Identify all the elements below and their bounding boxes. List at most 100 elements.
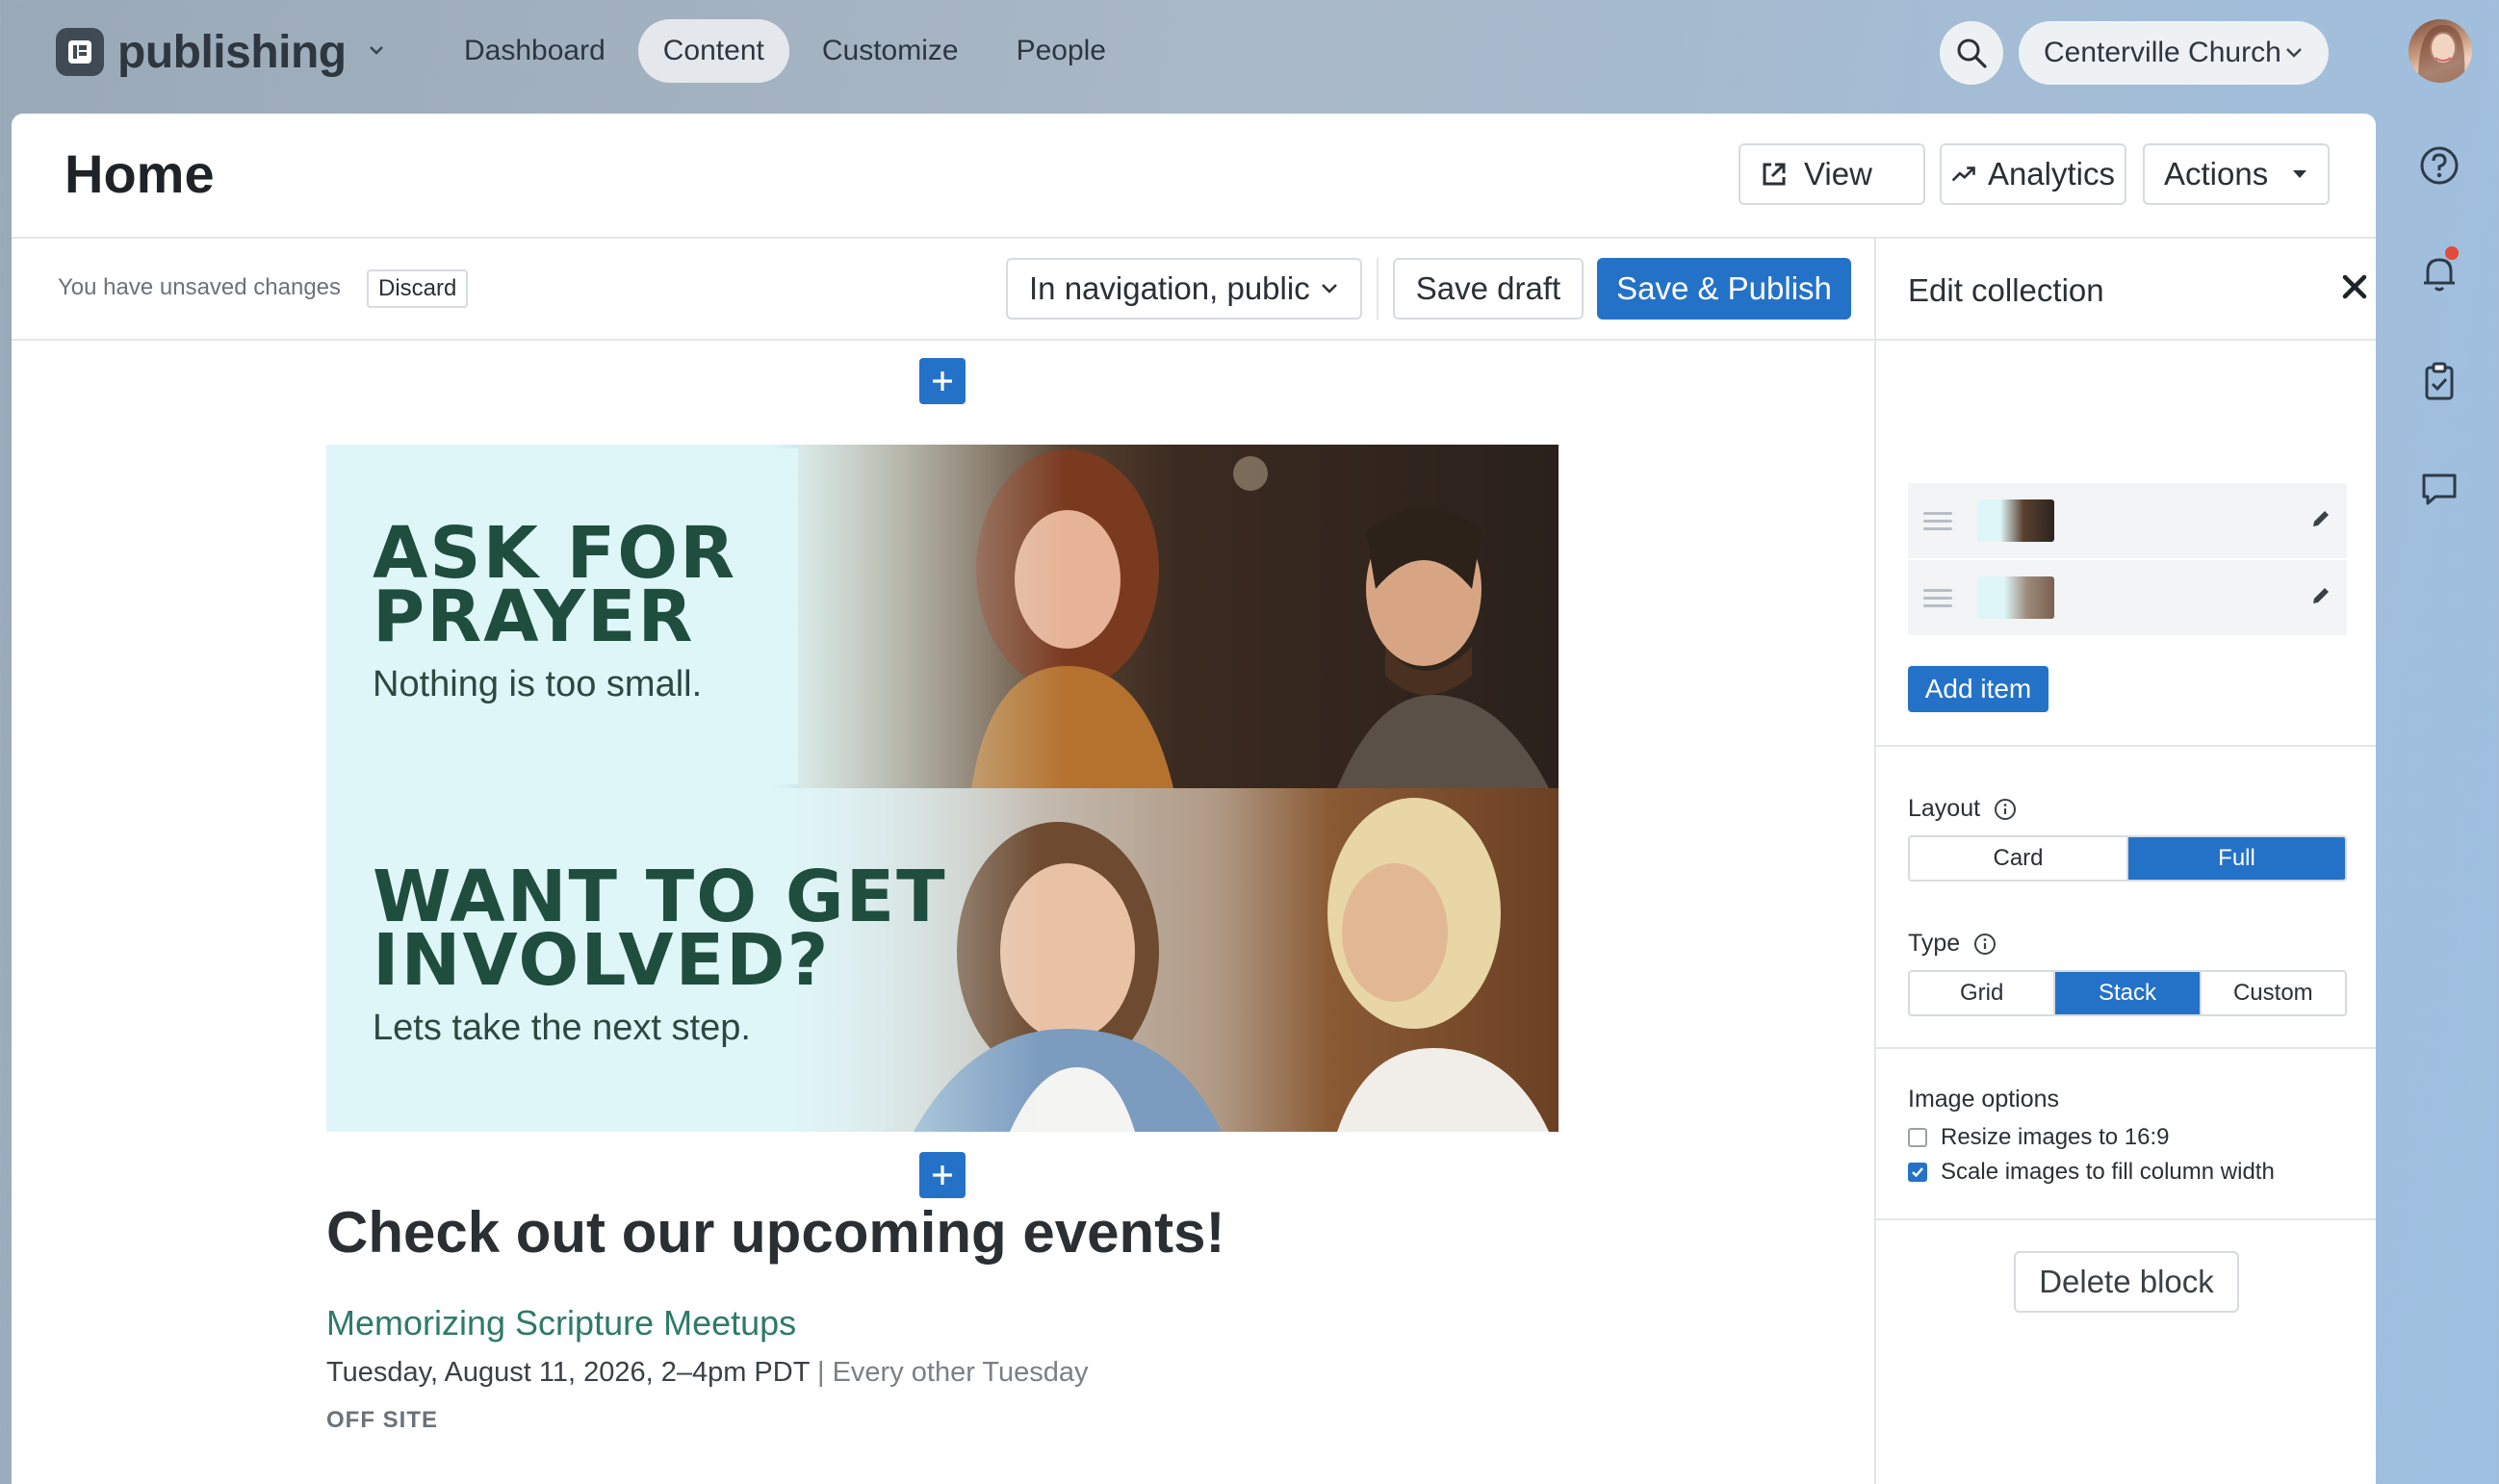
pencil-icon[interactable] xyxy=(2310,585,2332,611)
checkmark-icon xyxy=(1912,1167,1923,1178)
resize-images-checkbox-row[interactable]: Resize images to 16:9 xyxy=(1908,1124,2169,1151)
collection-item-involved-banner[interactable]: WANT TO GET INVOLVED? Lets take the next… xyxy=(326,788,1559,1132)
scale-images-checkbox[interactable] xyxy=(1908,1163,1927,1182)
banner-headline-line: PRAYER xyxy=(373,576,695,658)
search-icon xyxy=(1957,38,1987,68)
type-option-custom[interactable]: Custom xyxy=(2202,972,2345,1014)
chat-button[interactable] xyxy=(2399,448,2480,529)
sidebar-divider xyxy=(1876,745,2376,747)
plus-icon xyxy=(933,371,952,391)
nav-content[interactable]: Content xyxy=(637,19,789,83)
type-option-stack[interactable]: Stack xyxy=(2055,972,2202,1014)
view-label: View xyxy=(1804,156,1872,192)
layout-label: Layout xyxy=(1908,795,2017,823)
info-icon[interactable] xyxy=(1973,933,1997,956)
drag-handle-icon[interactable] xyxy=(1923,511,1952,530)
analytics-label: Analytics xyxy=(1987,156,2115,192)
collection-item-prayer-banner[interactable]: ASK FOR PRAYER Nothing is too small. xyxy=(326,445,1559,788)
actions-dropdown[interactable]: Actions xyxy=(2143,143,2330,205)
unsaved-changes-text: You have unsaved changes xyxy=(58,274,342,300)
editor-panel: Home View Analytics Actions You have uns… xyxy=(12,114,2376,1484)
visibility-value: In navigation, public xyxy=(1029,270,1310,306)
clipboard-check-icon xyxy=(2425,362,2454,400)
sidebar-title: Edit collection xyxy=(1908,272,2104,308)
editor-toolbar: You have unsaved changes Discard In navi… xyxy=(12,239,1874,341)
toolbar-divider xyxy=(1377,258,1378,320)
collection-items-list xyxy=(1908,483,2347,637)
pencil-icon[interactable] xyxy=(2310,508,2332,534)
actions-label: Actions xyxy=(2164,156,2269,192)
brand-switcher[interactable]: publishing xyxy=(56,25,385,79)
analytics-button[interactable]: Analytics xyxy=(1940,143,2126,205)
tasks-button[interactable] xyxy=(2399,341,2480,422)
event-datetime: Tuesday, August 11, 2026, 2–4pm PDT xyxy=(326,1357,810,1388)
page-title: Home xyxy=(64,143,215,204)
type-option-grid[interactable]: Grid xyxy=(1910,972,2056,1014)
nav-dashboard[interactable]: Dashboard xyxy=(439,19,631,83)
nav-people[interactable]: People xyxy=(992,19,1131,83)
sidebar-divider xyxy=(1876,339,2376,341)
notification-dot xyxy=(2445,246,2459,260)
search-button[interactable] xyxy=(1940,21,2003,85)
banner-subtext: Nothing is too small. xyxy=(373,664,703,704)
event-link[interactable]: Memorizing Scripture Meetups xyxy=(326,1303,796,1343)
brand-name: publishing xyxy=(117,26,347,78)
sidebar-divider xyxy=(1876,1218,2376,1220)
edit-collection-sidebar: Edit collection Add item Layout Card Ful… xyxy=(1874,239,2376,1484)
layout-option-full[interactable]: Full xyxy=(2128,837,2345,880)
chevron-down-icon xyxy=(2286,48,2302,58)
layout-option-card[interactable]: Card xyxy=(1910,837,2128,880)
events-heading: Check out our upcoming events! xyxy=(326,1200,1225,1265)
banner-headline: WANT TO GET INVOLVED? xyxy=(373,861,947,996)
save-draft-button[interactable]: Save draft xyxy=(1393,258,1584,320)
user-avatar[interactable] xyxy=(2409,19,2472,83)
checkbox-label: Scale images to fill column width xyxy=(1941,1159,2275,1185)
info-icon[interactable] xyxy=(1994,798,2017,821)
chevron-down-icon xyxy=(1322,284,1337,294)
main-nav: Dashboard Content Customize People xyxy=(439,19,1131,83)
resize-images-checkbox[interactable] xyxy=(1908,1128,1927,1147)
chat-icon xyxy=(2422,473,2457,505)
right-rail xyxy=(2399,125,2480,556)
event-date: Tuesday, August 11, 2026, 2–4pm PDT | Ev… xyxy=(326,1357,1089,1389)
notifications-button[interactable] xyxy=(2399,233,2480,314)
trending-up-icon xyxy=(1951,166,1975,182)
help-icon xyxy=(2420,146,2459,185)
drag-handle-icon[interactable] xyxy=(1923,588,1952,607)
organization-switcher[interactable]: Centerville Church xyxy=(2019,21,2329,85)
item-thumbnail xyxy=(1977,576,2054,619)
help-button[interactable] xyxy=(2399,125,2480,206)
type-label-text: Type xyxy=(1908,930,1961,957)
nav-customize[interactable]: Customize xyxy=(797,19,984,83)
checkbox-label: Resize images to 16:9 xyxy=(1941,1124,2170,1150)
layout-segmented-control: Card Full xyxy=(1908,835,2347,882)
visibility-dropdown[interactable]: In navigation, public xyxy=(1006,258,1362,320)
event-location: OFF SITE xyxy=(326,1407,438,1433)
view-button[interactable]: View xyxy=(1739,143,1925,205)
save-and-publish-button[interactable]: Save & Publish xyxy=(1597,258,1851,320)
page-header: Home View Analytics Actions xyxy=(12,114,2376,239)
collection-item-row[interactable] xyxy=(1908,560,2347,635)
image-options-label: Image options xyxy=(1908,1086,2060,1113)
caret-down-icon xyxy=(2293,170,2306,178)
top-bar: publishing Dashboard Content Customize P… xyxy=(0,0,2499,106)
add-item-button[interactable]: Add item xyxy=(1908,666,2048,712)
sidebar-divider xyxy=(1876,1047,2376,1049)
layout-label-text: Layout xyxy=(1908,795,1981,822)
item-thumbnail xyxy=(1977,499,2054,542)
discard-button[interactable]: Discard xyxy=(367,269,469,308)
type-label: Type xyxy=(1908,930,1997,958)
type-segmented-control: Grid Stack Custom xyxy=(1908,970,2347,1016)
banner-headline: ASK FOR PRAYER xyxy=(373,518,736,658)
add-block-button[interactable] xyxy=(919,358,966,404)
plus-icon xyxy=(933,1165,952,1185)
delete-block-button[interactable]: Delete block xyxy=(2014,1251,2239,1313)
event-recurrence: | Every other Tuesday xyxy=(816,1357,1089,1388)
collection-item-row[interactable] xyxy=(1908,483,2347,558)
scale-images-checkbox-row[interactable]: Scale images to fill column width xyxy=(1908,1159,2275,1186)
add-block-button[interactable] xyxy=(919,1152,966,1198)
external-link-icon xyxy=(1763,163,1786,186)
publishing-logo-icon xyxy=(56,28,104,76)
close-icon[interactable] xyxy=(2341,273,2368,305)
banner-subtext: Lets take the next step. xyxy=(373,1008,751,1048)
